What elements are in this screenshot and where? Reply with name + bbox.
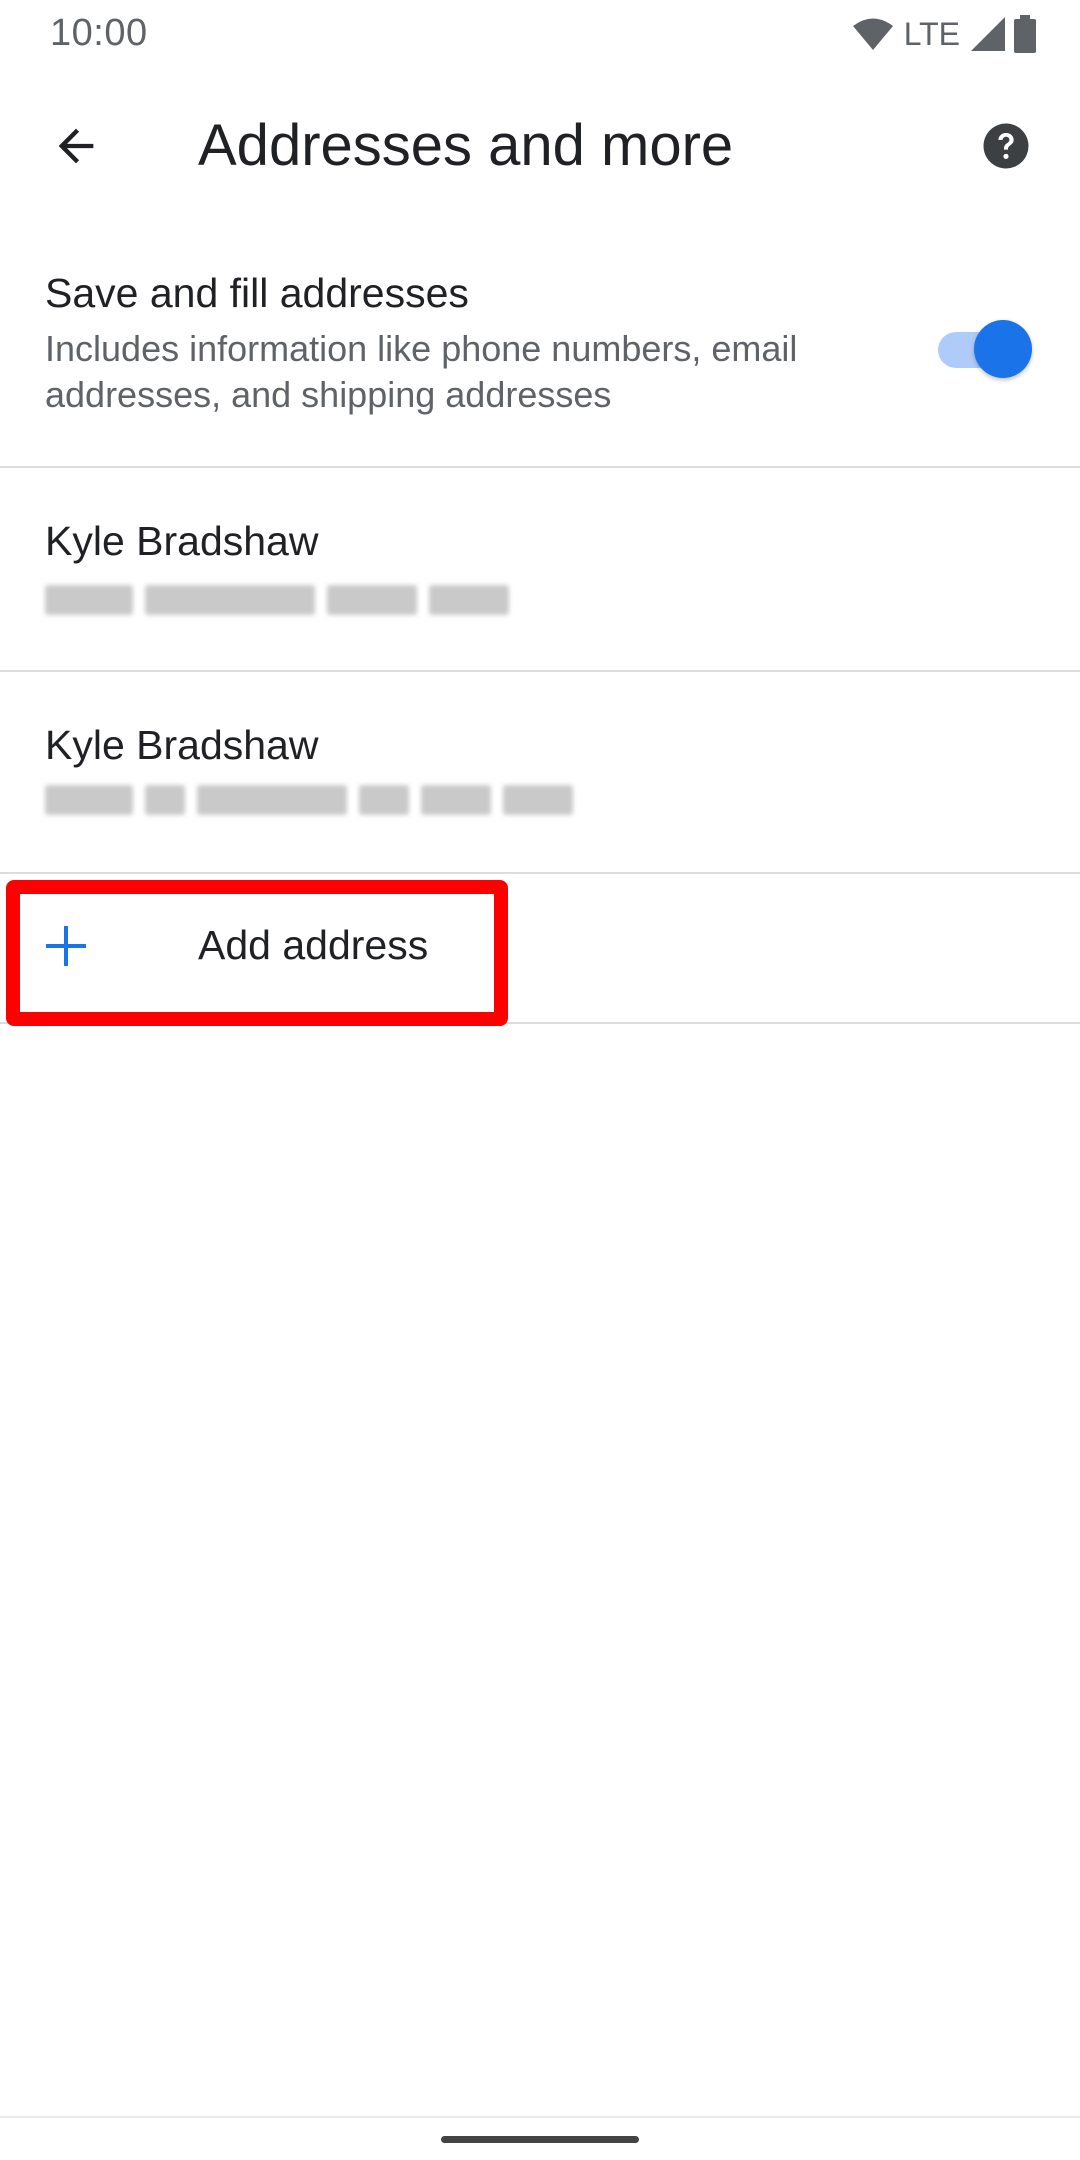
address-name: Kyle Bradshaw xyxy=(45,722,319,768)
status-bar: 10:00 LTE xyxy=(0,0,1080,66)
toggle-thumb xyxy=(974,320,1032,378)
address-item[interactable]: Kyle Bradshaw xyxy=(0,672,1080,872)
page-title: Addresses and more xyxy=(198,113,734,178)
back-button[interactable] xyxy=(36,106,116,186)
arrow-back-icon xyxy=(58,128,94,164)
highlight-annotation xyxy=(6,880,508,1026)
address-detail-redacted xyxy=(45,580,509,620)
address-name: Kyle Bradshaw xyxy=(45,518,319,564)
battery-icon xyxy=(1014,15,1036,53)
network-type-label: LTE xyxy=(903,15,960,52)
help-button[interactable] xyxy=(968,108,1044,184)
gesture-nav-handle[interactable] xyxy=(441,2136,639,2143)
address-item[interactable]: Kyle Bradshaw xyxy=(0,468,1080,670)
toolbar: Addresses and more xyxy=(0,66,1080,226)
save-fill-title: Save and fill addresses xyxy=(45,270,469,316)
help-circle-icon xyxy=(983,123,1029,169)
save-fill-toggle[interactable] xyxy=(938,320,1032,378)
save-fill-addresses-row[interactable]: Save and fill addresses Includes informa… xyxy=(0,236,1080,466)
wifi-icon xyxy=(852,18,893,50)
cell-signal-icon xyxy=(971,17,1005,51)
status-icons: LTE xyxy=(852,14,1036,54)
address-detail-redacted xyxy=(45,780,573,820)
status-time: 10:00 xyxy=(50,12,148,54)
nav-bar-divider xyxy=(0,2116,1080,2118)
save-fill-summary: Includes information like phone numbers,… xyxy=(45,328,798,415)
